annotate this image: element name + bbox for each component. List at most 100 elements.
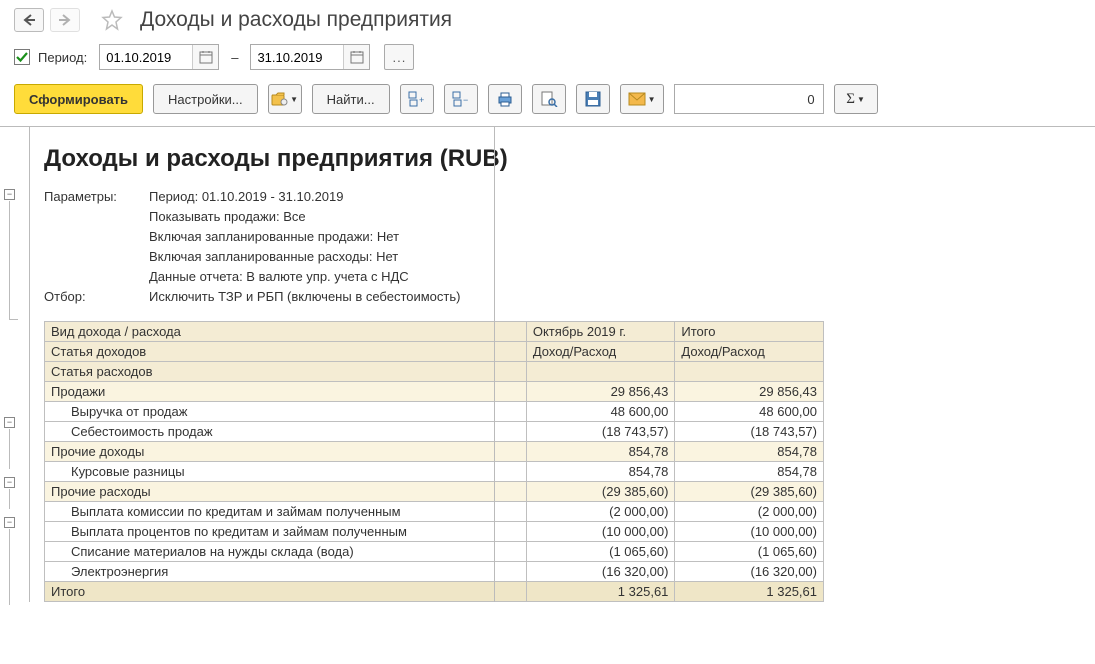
row-value-period: (10 000,00) xyxy=(526,522,675,542)
chevron-down-icon: ▼ xyxy=(290,95,298,104)
row-value-period: (18 743,57) xyxy=(526,422,675,442)
find-button[interactable]: Найти... xyxy=(312,84,390,114)
period-checkbox[interactable] xyxy=(14,49,30,65)
row-value-total: 1 325,61 xyxy=(675,582,824,602)
param-line: Данные отчета: В валюте упр. учета с НДС xyxy=(149,267,460,287)
svg-text:−: − xyxy=(463,95,468,105)
row-value-total: (16 320,00) xyxy=(675,562,824,582)
row-name: Курсовые разницы xyxy=(45,462,527,482)
collapse-all-button[interactable]: − xyxy=(444,84,478,114)
outline-gutter: − − − − xyxy=(0,127,30,602)
table-row[interactable]: Выручка от продаж48 600,0048 600,00 xyxy=(45,402,824,422)
col-subheader: Доход/Расход xyxy=(526,342,675,362)
date-from-calendar-button[interactable] xyxy=(192,45,218,69)
date-to-field[interactable] xyxy=(250,44,370,70)
row-name: Себестоимость продаж xyxy=(45,422,527,442)
date-from-input[interactable] xyxy=(100,45,192,69)
filter-label: Отбор: xyxy=(44,287,149,307)
col-header-total: Итого xyxy=(675,322,824,342)
table-row[interactable]: Выплата комиссии по кредитам и займам по… xyxy=(45,502,824,522)
expand-all-button[interactable]: + xyxy=(400,84,434,114)
email-button[interactable]: ▼ xyxy=(620,84,664,114)
variants-button[interactable]: ▼ xyxy=(268,84,302,114)
col-header-period: Октябрь 2019 г. xyxy=(526,322,675,342)
table-row[interactable]: Продажи29 856,4329 856,43 xyxy=(45,382,824,402)
document-magnify-icon xyxy=(540,91,558,107)
report-table: Вид дохода / расхода Октябрь 2019 г. Ито… xyxy=(44,321,824,602)
row-value-period: 854,78 xyxy=(526,442,675,462)
table-header-row: Статья доходов Доход/Расход Доход/Расход xyxy=(45,342,824,362)
table-row[interactable]: Прочие доходы854,78854,78 xyxy=(45,442,824,462)
favorite-button[interactable] xyxy=(100,8,124,32)
star-icon xyxy=(101,9,123,31)
row-name: Продажи xyxy=(45,382,527,402)
row-name: Выплата процентов по кредитам и займам п… xyxy=(45,522,527,542)
table-row[interactable]: Электроэнергия(16 320,00)(16 320,00) xyxy=(45,562,824,582)
report-params: Параметры: Отбор: Период: 01.10.2019 - 3… xyxy=(30,187,1095,307)
row-value-period: 29 856,43 xyxy=(526,382,675,402)
generate-button[interactable]: Сформировать xyxy=(14,84,143,114)
sum-value: 0 xyxy=(807,92,814,107)
param-line: Включая запланированные расходы: Нет xyxy=(149,247,460,267)
outline-toggle[interactable]: − xyxy=(4,417,15,428)
row-value-period: (29 385,60) xyxy=(526,482,675,502)
nav-forward-button[interactable] xyxy=(50,8,80,32)
row-name: Прочие доходы xyxy=(45,442,527,462)
folder-gear-icon xyxy=(271,91,289,107)
nav-back-button[interactable] xyxy=(14,8,44,32)
table-row[interactable]: Себестоимость продаж(18 743,57)(18 743,5… xyxy=(45,422,824,442)
row-value-total: (10 000,00) xyxy=(675,522,824,542)
collapse-icon: − xyxy=(452,91,470,107)
row-name: Итого xyxy=(45,582,527,602)
row-value-total: 48 600,00 xyxy=(675,402,824,422)
col-subheader: Статья доходов xyxy=(45,342,527,362)
settings-button[interactable]: Настройки... xyxy=(153,84,258,114)
outline-toggle[interactable]: − xyxy=(4,477,15,488)
table-row[interactable]: Курсовые разницы854,78854,78 xyxy=(45,462,824,482)
diskette-icon xyxy=(585,91,601,107)
arrow-right-icon xyxy=(57,14,73,26)
row-value-total: (29 385,60) xyxy=(675,482,824,502)
sigma-icon: Σ xyxy=(846,91,855,108)
row-value-period: (2 000,00) xyxy=(526,502,675,522)
outline-toggle[interactable]: − xyxy=(4,189,15,200)
param-line: Показывать продажи: Все xyxy=(149,207,460,227)
outline-toggle[interactable]: − xyxy=(4,517,15,528)
col-header-name: Вид дохода / расхода xyxy=(45,322,527,342)
row-value-total: (1 065,60) xyxy=(675,542,824,562)
table-row[interactable]: Итого1 325,611 325,61 xyxy=(45,582,824,602)
row-value-total: 854,78 xyxy=(675,462,824,482)
print-button[interactable] xyxy=(488,84,522,114)
preview-button[interactable] xyxy=(532,84,566,114)
svg-text:+: + xyxy=(419,95,424,105)
table-row[interactable]: Выплата процентов по кредитам и займам п… xyxy=(45,522,824,542)
row-name: Выплата комиссии по кредитам и займам по… xyxy=(45,502,527,522)
calendar-icon xyxy=(350,50,364,64)
period-label: Период: xyxy=(38,50,87,65)
row-name: Списание материалов на нужды склада (вод… xyxy=(45,542,527,562)
expand-icon: + xyxy=(408,91,426,107)
chevron-down-icon: ▼ xyxy=(857,95,865,104)
table-row[interactable]: Прочие расходы(29 385,60)(29 385,60) xyxy=(45,482,824,502)
date-to-calendar-button[interactable] xyxy=(343,45,369,69)
row-name: Прочие расходы xyxy=(45,482,527,502)
period-dash: – xyxy=(231,50,238,65)
sigma-button[interactable]: Σ ▼ xyxy=(834,84,878,114)
row-value-total: 854,78 xyxy=(675,442,824,462)
date-from-field[interactable] xyxy=(99,44,219,70)
col-subheader: Статья расходов xyxy=(45,362,527,382)
period-more-button[interactable]: ... xyxy=(384,44,414,70)
row-value-total: 29 856,43 xyxy=(675,382,824,402)
save-button[interactable] xyxy=(576,84,610,114)
row-value-period: 48 600,00 xyxy=(526,402,675,422)
param-line: Включая запланированные продажи: Нет xyxy=(149,227,460,247)
sum-field[interactable]: 0 xyxy=(674,84,824,114)
dots-icon: ... xyxy=(393,50,407,65)
row-name: Выручка от продаж xyxy=(45,402,527,422)
envelope-icon xyxy=(628,92,646,106)
row-value-period: (1 065,60) xyxy=(526,542,675,562)
date-to-input[interactable] xyxy=(251,45,343,69)
param-line: Период: 01.10.2019 - 31.10.2019 xyxy=(149,187,460,207)
table-row[interactable]: Списание материалов на нужды склада (вод… xyxy=(45,542,824,562)
row-value-period: (16 320,00) xyxy=(526,562,675,582)
